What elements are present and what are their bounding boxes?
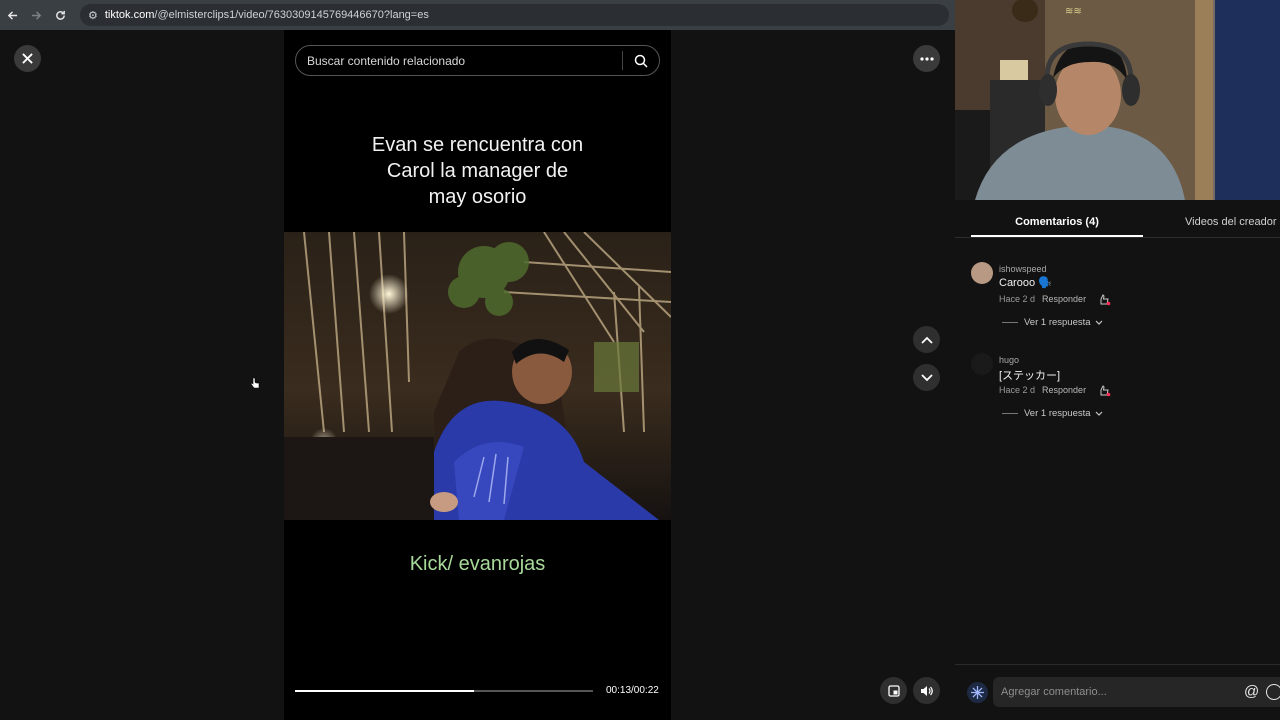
comment-text: [ステッカー] [999,370,1061,382]
video-credit-text: Kick/ evanrojas [409,553,546,575]
svg-text:≋≋: ≋≋ [1065,6,1082,17]
like-icon[interactable] [1099,293,1111,311]
close-icon [22,53,33,64]
comments-panel: Comentarios (4) Videos del creador ishow… [955,200,1280,720]
comment-meta: Hace 2 d Responder [999,385,1086,395]
tab-active-indicator [971,235,1143,237]
at-icon[interactable]: @ [1244,683,1259,700]
avatar[interactable] [971,353,993,375]
comment-text: Carooo 🗣️ [999,277,1052,289]
reload-icon [55,10,65,20]
video-caption-line: Evan se rencuentra con [371,134,584,156]
chevron-up-icon [920,336,933,344]
chevron-down-icon [920,373,933,381]
related-search[interactable]: Buscar contenido relacionado [295,45,660,76]
panel-tabs: Comentarios (4) Videos del creador [955,200,1280,238]
back-button[interactable] [0,3,24,27]
comment-time: Hace 2 d [999,294,1036,304]
url-path: /@elmisterclips1/video/76303091457694466… [154,9,429,21]
replies-divider [1002,413,1018,414]
picture-in-picture-icon [887,684,900,697]
tab-creator-videos[interactable]: Videos del creador [1185,216,1277,228]
comment-username[interactable]: hugo [999,355,1019,365]
volume-icon [921,685,933,696]
mouse-cursor-icon [250,376,260,394]
back-arrow-icon [7,10,17,20]
comment-input[interactable]: Agregar comentario... [993,677,1280,707]
address-bar[interactable]: ⚙ tiktok.com/@elmisterclips1/video/76303… [80,4,949,26]
comment-composer: Agregar comentario... @ [955,664,1280,720]
previous-video-button[interactable] [913,326,940,353]
user-avatar[interactable] [967,682,988,703]
view-replies-label: Ver 1 respuesta [1024,408,1091,419]
url-host: tiktok.com [104,9,155,21]
forward-button[interactable] [24,3,48,27]
video-caption-line: may osorio [428,186,527,208]
close-button[interactable] [14,45,41,72]
video-scene-image [284,232,671,520]
next-video-button[interactable] [913,364,940,391]
video-progress-fill [295,690,474,692]
comment-meta: Hace 2 d Responder [999,294,1086,304]
avatar[interactable] [971,262,993,284]
more-options-button[interactable] [913,45,940,72]
webcam-overlay: ≋≋ [955,0,1280,200]
volume-button[interactable] [913,677,940,704]
video-frame[interactable] [284,232,671,520]
search-input[interactable]: Buscar contenido relacionado [307,54,622,68]
view-replies-button[interactable]: Ver 1 respuesta [1002,317,1103,328]
browser-toolbar: ⚙ tiktok.com/@elmisterclips1/video/76303… [0,0,955,30]
video-caption-line: Carol la manager de [386,160,569,182]
webcam-image: ≋≋ [955,0,1280,200]
site-info-icon[interactable]: ⚙ [88,9,98,22]
view-replies-button[interactable]: Ver 1 respuesta [1002,408,1103,419]
chevron-down-icon [1095,411,1102,416]
emoji-icon[interactable] [1266,684,1280,700]
video-caption: Evan se rencuentra con Carol la manager … [284,132,671,210]
video-time: 00:13/00:22 [606,685,659,696]
video-viewer: Buscar contenido relacionado Evan se ren… [0,30,955,720]
reply-button[interactable]: Responder [1042,385,1086,395]
reply-button[interactable]: Responder [1042,294,1086,304]
like-icon[interactable] [1099,384,1111,402]
reload-button[interactable] [48,3,72,27]
comment-username[interactable]: ishowspeed [999,264,1047,274]
comment-time: Hace 2 d [999,385,1036,395]
video-progress-bar[interactable] [295,690,593,692]
snowflake-icon [971,686,984,699]
chevron-down-icon [1095,320,1102,325]
picture-in-picture-button[interactable] [880,677,907,704]
view-replies-label: Ver 1 respuesta [1024,317,1091,328]
search-icon[interactable] [623,54,659,68]
more-icon [919,56,934,61]
forward-arrow-icon [31,10,41,20]
video-column: Buscar contenido relacionado Evan se ren… [284,30,671,720]
tab-comments[interactable]: Comentarios (4) [971,216,1143,228]
replies-divider [1002,322,1018,323]
